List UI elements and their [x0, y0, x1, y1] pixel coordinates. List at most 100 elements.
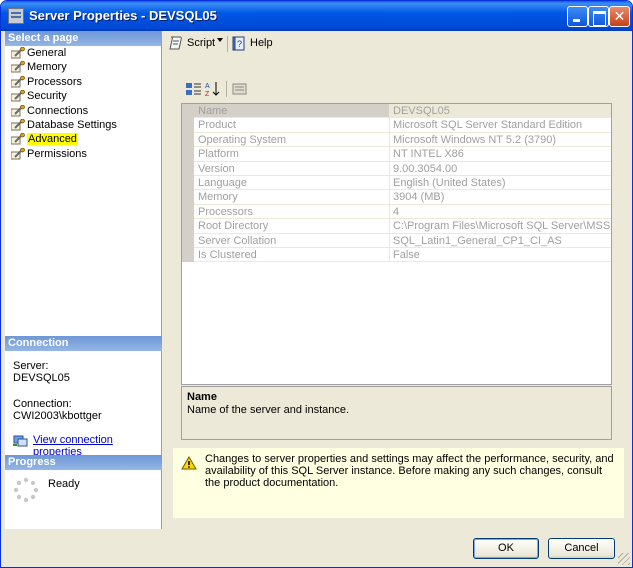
property-row[interactable]: Language English (United States) — [182, 176, 611, 191]
property-value[interactable]: 3904 (MB) — [390, 190, 611, 205]
property-name: Name — [194, 104, 390, 119]
page-content: A Z Name DEVSQL05 Product Microsoft SQL Ser… — [163, 58, 629, 529]
connection-header: Connection — [5, 336, 162, 351]
property-row[interactable]: Memory 3904 (MB) — [182, 190, 611, 205]
page-item-label: Advanced — [27, 133, 78, 146]
page-item-database-settings[interactable]: Database Settings — [5, 118, 161, 132]
server-properties-window: Server Properties - DEVSQL05 ✕ Select a … — [0, 0, 633, 568]
page-item-permissions[interactable]: Permissions — [5, 147, 161, 161]
wrench-page-icon — [11, 104, 25, 117]
description-title: Name — [187, 391, 217, 403]
connection-section: Connection Server: DEVSQL05 Connection: … — [5, 336, 162, 458]
page-item-general[interactable]: General — [5, 46, 161, 60]
property-value[interactable]: False — [390, 248, 611, 263]
progress-spinner-icon — [13, 477, 39, 503]
property-value[interactable]: DEVSQL05 — [390, 104, 611, 119]
page-item-label: Connections — [27, 104, 89, 117]
server-label: Server: — [13, 360, 49, 372]
resize-grip[interactable] — [618, 553, 630, 565]
property-name: Language — [194, 176, 390, 191]
grid-toolbar-separator — [226, 81, 227, 97]
sort-alphabetical-icon[interactable]: A Z — [204, 80, 222, 98]
left-pane: Select a page General Memory Processors Sec… — [5, 31, 162, 529]
property-grid[interactable]: Name DEVSQL05 Product Microsoft SQL Server … — [181, 103, 612, 385]
property-row[interactable]: Platform NT INTEL X86 — [182, 147, 611, 162]
property-value[interactable]: NT INTEL X86 — [390, 147, 611, 162]
page-item-label: Permissions — [27, 147, 87, 160]
property-name: Memory — [194, 190, 390, 205]
property-value[interactable]: 9.00.3054.00 — [390, 162, 611, 176]
property-row[interactable]: Processors 4 — [182, 204, 611, 220]
svg-text:?: ? — [237, 39, 242, 49]
property-value[interactable]: 4 — [390, 205, 611, 220]
property-name: Is Clustered — [194, 248, 390, 263]
wrench-page-icon — [11, 133, 25, 145]
title-bar[interactable]: Server Properties - DEVSQL05 ✕ — [1, 1, 632, 31]
wrench-page-icon — [11, 61, 25, 73]
right-pane: Script ? Help A Z Name DEVSQL05 Product … — [163, 31, 629, 529]
property-row[interactable]: Is Clustered False — [182, 248, 611, 263]
page-item-memory[interactable]: Memory — [5, 60, 161, 74]
page-item-advanced[interactable]: Advanced — [5, 132, 161, 146]
server-value: DEVSQL05 — [13, 372, 70, 384]
close-button[interactable]: ✕ — [609, 6, 630, 27]
property-row[interactable]: Name DEVSQL05 — [182, 104, 611, 119]
property-value[interactable]: Microsoft SQL Server Standard Edition — [390, 118, 611, 133]
ok-button[interactable]: OK — [473, 538, 539, 559]
select-page-header: Select a page — [5, 31, 161, 46]
connection-label: Connection: — [13, 398, 72, 410]
wrench-page-icon — [11, 90, 25, 102]
property-value[interactable]: SQL_Latin1_General_CP1_CI_AS — [390, 234, 611, 248]
page-item-connections[interactable]: Connections — [5, 104, 161, 118]
help-button[interactable]: ? Help — [231, 35, 273, 52]
window-title: Server Properties - DEVSQL05 — [29, 8, 217, 23]
close-icon: ✕ — [613, 8, 626, 24]
toolbar-separator — [227, 36, 228, 52]
connection-value: CWI2003\kbottger — [13, 410, 102, 422]
maximize-button[interactable] — [588, 6, 609, 27]
script-button[interactable]: Script — [168, 35, 215, 52]
server-icon — [8, 8, 24, 24]
property-name: Root Directory — [194, 219, 390, 234]
property-name: Server Collation — [194, 233, 390, 248]
property-name: Product — [194, 118, 390, 133]
cancel-button[interactable]: Cancel — [548, 538, 615, 559]
page-list: General Memory Processors Security Connectio… — [5, 46, 161, 161]
property-row[interactable]: Root Directory C:\Program Files\Microsoft… — [182, 219, 611, 234]
property-name: Version — [194, 161, 390, 176]
description-panel: Name Name of the server and instance. — [181, 386, 612, 440]
property-value[interactable]: English (United States) — [390, 176, 611, 191]
page-item-label: Database Settings — [27, 118, 117, 131]
warning-panel: Changes to server properties and setting… — [173, 448, 624, 518]
wrench-page-icon — [11, 47, 25, 59]
progress-status: Ready — [48, 478, 80, 490]
wrench-page-icon — [11, 147, 25, 160]
page-item-security[interactable]: Security — [5, 89, 161, 103]
categorized-icon[interactable] — [185, 80, 203, 98]
property-row[interactable]: Version 9.00.3054.00 — [182, 161, 611, 176]
property-name: Processors — [194, 204, 390, 220]
help-icon: ? — [232, 36, 245, 51]
progress-header: Progress — [5, 455, 162, 470]
svg-text:A: A — [205, 83, 210, 90]
property-value[interactable]: C:\Program Files\Microsoft SQL Server\MS… — [390, 219, 611, 234]
warning-icon — [181, 456, 197, 470]
minimize-button[interactable] — [567, 6, 588, 27]
script-dropdown-arrow[interactable] — [217, 38, 223, 42]
svg-text:Z: Z — [205, 91, 210, 98]
wrench-page-icon — [11, 118, 25, 131]
property-value[interactable]: Microsoft Windows NT 5.2 (3790) — [390, 133, 611, 148]
property-row[interactable]: Operating System Microsoft Windows NT 5.2… — [182, 132, 611, 148]
property-name: Operating System — [194, 132, 390, 148]
property-row[interactable]: Server Collation SQL_Latin1_General_CP1_C… — [182, 233, 611, 248]
property-row[interactable]: Product Microsoft SQL Server Standard Edi… — [182, 118, 611, 133]
page-item-label: Security — [27, 90, 67, 103]
page-item-label: Memory — [27, 61, 67, 74]
property-pages-icon[interactable] — [231, 80, 249, 98]
connection-properties-icon — [13, 435, 28, 447]
progress-section: Progress Ready — [5, 455, 162, 510]
page-item-processors[interactable]: Processors — [5, 75, 161, 89]
property-name: Platform — [194, 147, 390, 162]
script-icon — [169, 36, 182, 50]
script-label: Script — [187, 37, 216, 49]
